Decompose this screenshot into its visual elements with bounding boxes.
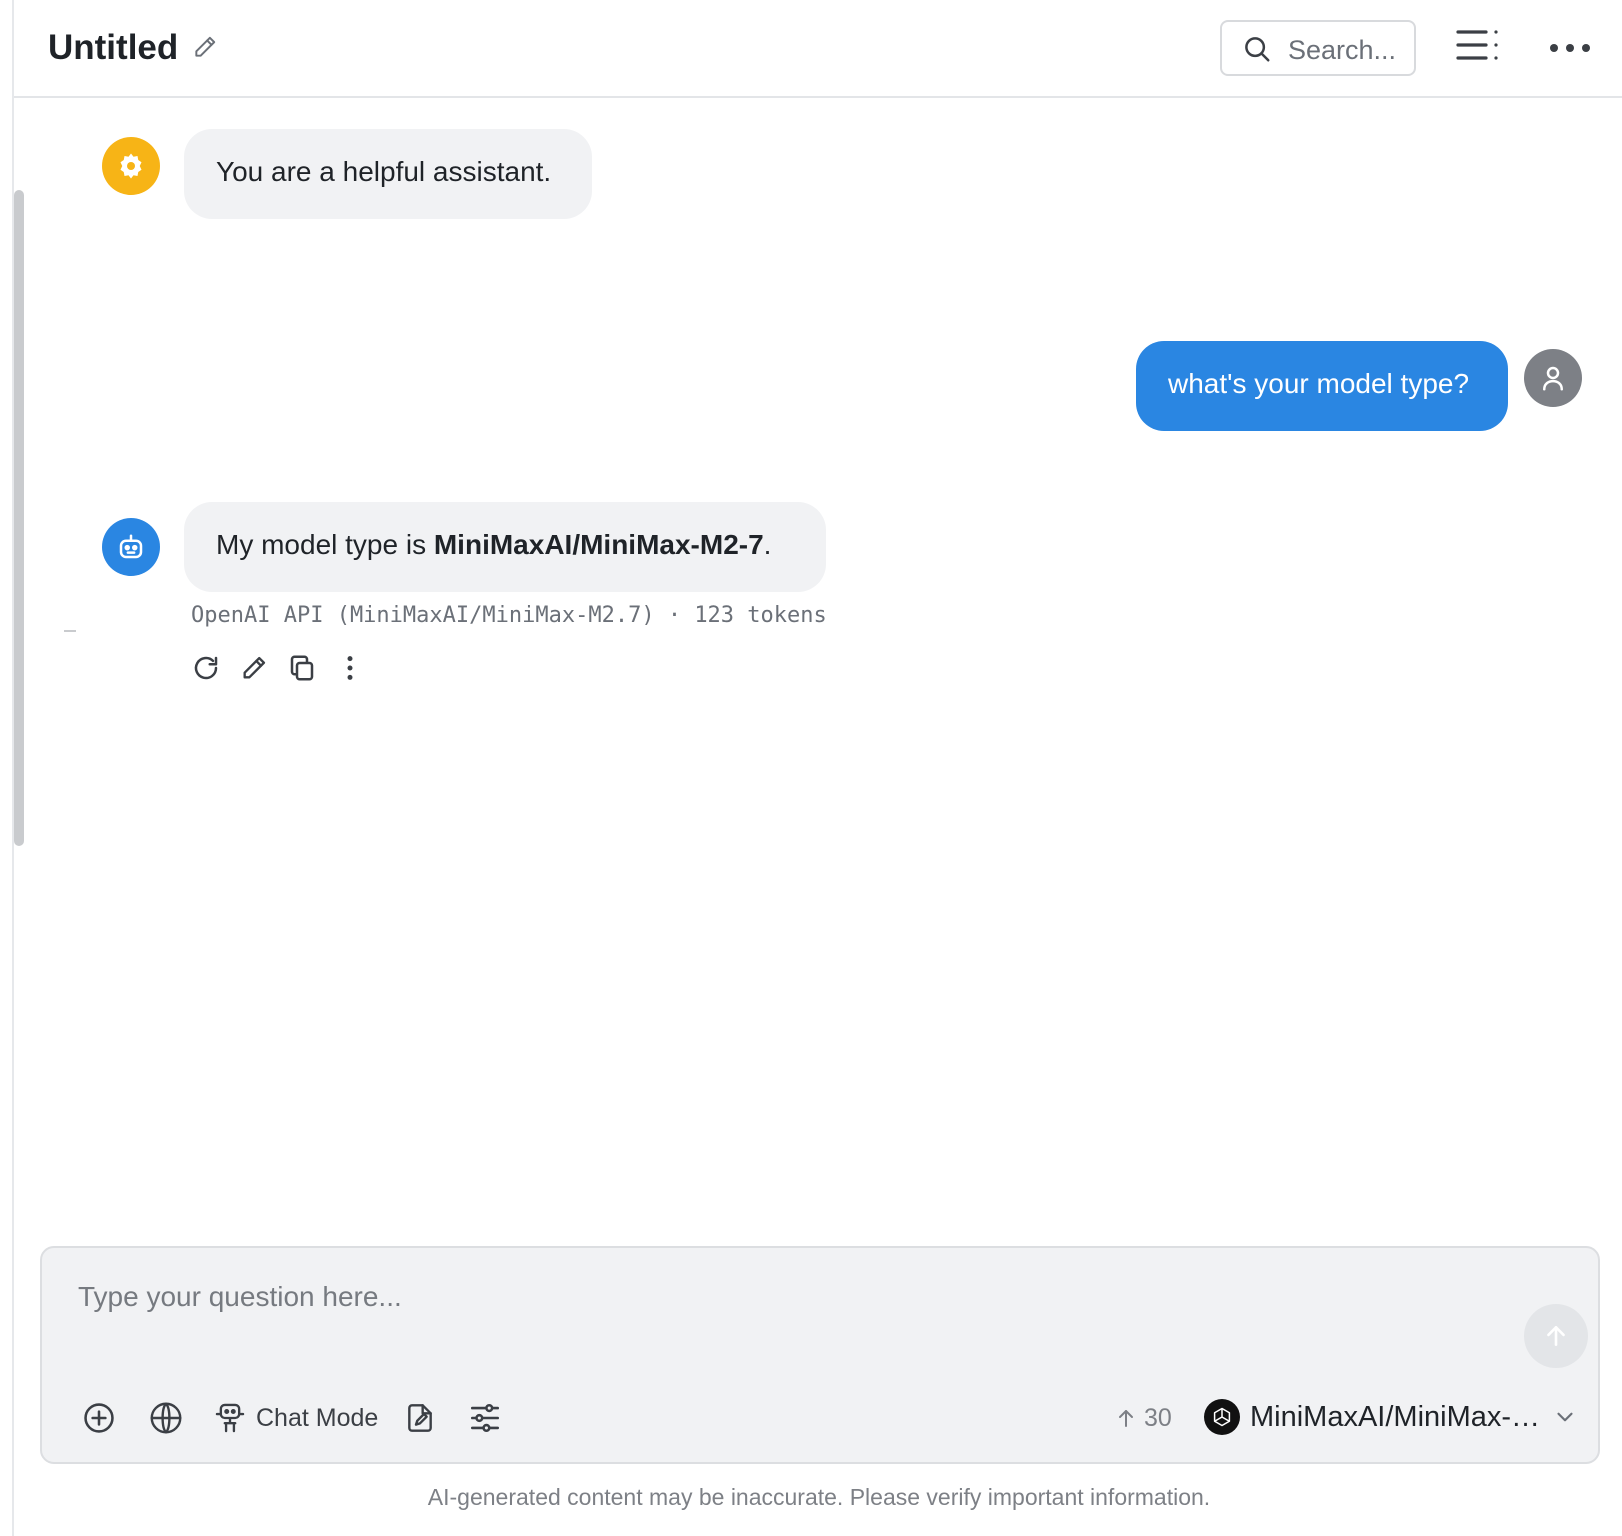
composer: Chat Mode 30 MiniMaxAI/MiniMax-M2.7 bbox=[40, 1246, 1600, 1464]
message-meta: OpenAI API (MiniMaxAI/MiniMax-M2.7) · 12… bbox=[191, 603, 827, 628]
chat-mode-button[interactable]: Chat Mode bbox=[214, 1398, 378, 1438]
document-button[interactable] bbox=[404, 1398, 436, 1438]
edit-icon bbox=[243, 656, 266, 679]
user-icon bbox=[1543, 366, 1563, 391]
arrow-up-icon bbox=[1547, 1326, 1565, 1346]
page-title[interactable]: Untitled bbox=[48, 28, 178, 68]
edit-message-button[interactable] bbox=[236, 650, 272, 686]
assistant-message: My model type is MiniMaxAI/MiniMax-M2-7. bbox=[184, 502, 826, 592]
outline-button[interactable] bbox=[1454, 26, 1504, 70]
system-avatar bbox=[102, 137, 160, 195]
assistant-text-suffix: . bbox=[763, 529, 772, 560]
openai-logo-icon bbox=[1204, 1399, 1240, 1435]
user-message: what's your model type? bbox=[1136, 341, 1508, 431]
attach-button[interactable] bbox=[82, 1398, 116, 1438]
search-box[interactable]: Search... bbox=[1220, 20, 1416, 76]
copy-button[interactable] bbox=[284, 650, 320, 686]
robot-icon bbox=[119, 534, 143, 559]
header: Untitled Search... bbox=[14, 0, 1622, 98]
assistant-text-bold: MiniMaxAI/MiniMax-M2-7 bbox=[433, 529, 764, 560]
outline-icon bbox=[1456, 30, 1498, 60]
sliders-icon bbox=[470, 1403, 500, 1433]
chat-window: Untitled Search... You are a helpful ass… bbox=[12, 0, 1622, 1536]
question-input[interactable] bbox=[78, 1272, 1438, 1322]
token-count: 30 bbox=[1114, 1398, 1172, 1438]
scrollbar[interactable] bbox=[14, 190, 24, 846]
web-icon bbox=[150, 1402, 182, 1434]
model-selector[interactable]: MiniMaxAI/MiniMax-M2.7 bbox=[1204, 1392, 1578, 1442]
message-more-button[interactable] bbox=[332, 650, 368, 686]
web-search-button[interactable] bbox=[148, 1398, 184, 1438]
settings-sliders-button[interactable] bbox=[468, 1398, 502, 1438]
assistant-text-prefix: My model type is bbox=[216, 529, 434, 560]
search-icon bbox=[1245, 37, 1270, 62]
token-count-value: 30 bbox=[1144, 1403, 1172, 1432]
search-placeholder: Search... bbox=[1288, 35, 1397, 65]
plus-circle-icon bbox=[84, 1403, 114, 1433]
arrow-up-icon bbox=[1119, 1410, 1133, 1427]
regenerate-button[interactable] bbox=[188, 650, 224, 686]
gear-icon bbox=[120, 153, 142, 179]
refresh-icon bbox=[194, 656, 218, 680]
more-vertical-icon bbox=[347, 656, 353, 680]
pencil-icon[interactable] bbox=[192, 34, 218, 60]
document-icon bbox=[408, 1404, 432, 1432]
chat-mode-label: Chat Mode bbox=[256, 1403, 379, 1432]
copy-icon bbox=[290, 655, 314, 681]
user-avatar bbox=[1524, 349, 1582, 407]
assistant-avatar bbox=[102, 518, 160, 576]
divider bbox=[64, 630, 76, 632]
more-horizontal-icon bbox=[1550, 44, 1590, 52]
disclaimer: AI-generated content may be inaccurate. … bbox=[427, 1484, 1211, 1510]
chevron-down-icon bbox=[1557, 1412, 1573, 1422]
more-options-button[interactable] bbox=[1544, 30, 1596, 66]
send-button[interactable] bbox=[1524, 1304, 1588, 1368]
system-message: You are a helpful assistant. bbox=[184, 129, 592, 219]
robot-mode-icon bbox=[215, 1403, 245, 1433]
model-name: MiniMaxAI/MiniMax-M2.7 bbox=[1250, 1400, 1542, 1433]
